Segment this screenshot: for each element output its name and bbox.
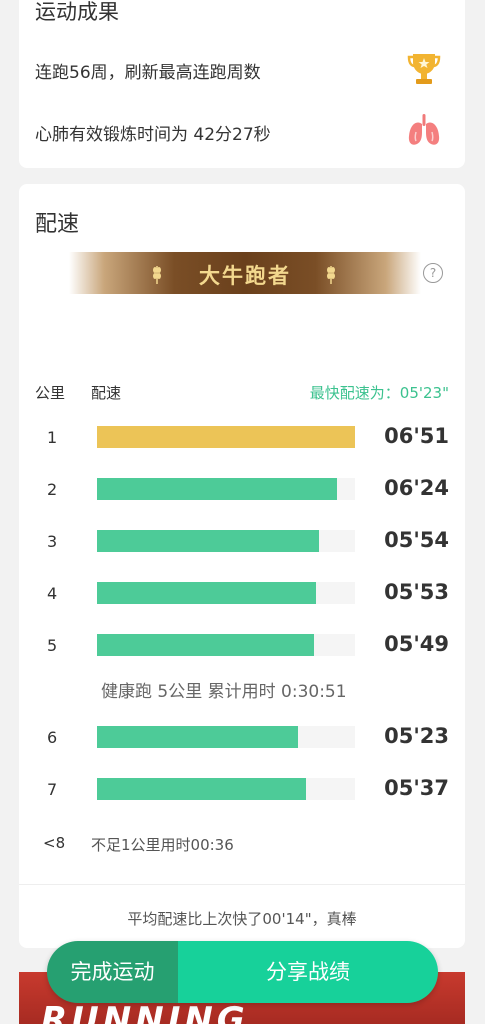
- pace-card: 配速 大牛跑者 ? 公里 配速 最快配速为：05'23" 1 06'51 2 0…: [19, 184, 465, 948]
- pace-row: 1 06'51: [19, 424, 465, 450]
- achievement-streak-text: 连跑56周，刷新最高连跑周数: [35, 63, 261, 83]
- km-number: 7: [47, 780, 58, 799]
- pace-bar: [97, 478, 337, 500]
- milestone-summary: 健康跑 5公里 累计用时 0:30:51: [101, 682, 347, 702]
- achievement-streak: 连跑56周，刷新最高连跑周数: [35, 50, 449, 86]
- pace-value: 05'49: [384, 632, 449, 656]
- wheat-right-icon: [327, 266, 335, 284]
- km-number: 6: [47, 728, 58, 747]
- pace-compare-text: 平均配速比上次快了00'14"，真棒: [127, 910, 357, 928]
- pace-value: 05'54: [384, 528, 449, 552]
- pace-row: 7 05'37: [19, 776, 465, 802]
- achievements-card: 运动成果 连跑56周，刷新最高连跑周数 心肺有效锻炼时间为 42分27秒: [19, 0, 465, 168]
- action-bar: 完成运动 分享战绩: [47, 941, 438, 1003]
- share-results-button[interactable]: 分享战绩: [178, 941, 438, 1003]
- km-number: 3: [47, 532, 58, 551]
- pace-bar: [97, 426, 355, 448]
- achievements-title: 运动成果: [35, 0, 119, 24]
- column-pace-header: 配速: [91, 384, 122, 402]
- pace-row: 4 05'53: [19, 580, 465, 606]
- pace-bar: [97, 582, 317, 604]
- pace-bar-track: [97, 478, 355, 500]
- pace-bar: [97, 634, 314, 656]
- finish-workout-button[interactable]: 完成运动: [47, 941, 178, 1003]
- km-number: 1: [47, 428, 58, 447]
- pace-row: 5 05'49: [19, 632, 465, 658]
- pace-bar-track: [97, 530, 355, 552]
- pace-row: 3 05'54: [19, 528, 465, 554]
- km-number: 4: [47, 584, 58, 603]
- pace-title: 配速: [35, 212, 80, 237]
- pace-value: 05'37: [384, 776, 449, 800]
- trophy-icon: [407, 50, 441, 86]
- pace-row: 2 06'24: [19, 476, 465, 502]
- km-number: 2: [47, 480, 58, 499]
- pace-value: 06'24: [384, 476, 449, 500]
- help-icon[interactable]: ?: [423, 263, 443, 283]
- pace-row: 6 05'23: [19, 724, 465, 750]
- pace-bar: [97, 778, 306, 800]
- runner-level-badge: 大牛跑者: [69, 252, 421, 294]
- achievement-cardio: 心肺有效锻炼时间为 42分27秒: [35, 112, 449, 148]
- partial-km-number: <8: [43, 834, 66, 852]
- photo-caption: RUNNING: [41, 1000, 249, 1024]
- pace-bar: [97, 530, 319, 552]
- partial-km-text: 不足1公里用时00:36: [91, 836, 234, 854]
- column-km-header: 公里: [35, 384, 66, 402]
- pace-value: 05'23: [384, 724, 449, 748]
- run-result-page: 运动成果 连跑56周，刷新最高连跑周数 心肺有效锻炼时间为 42分27秒 配速 …: [0, 0, 485, 1024]
- runner-level-text: 大牛跑者: [199, 264, 291, 288]
- pace-bar-track: [97, 634, 355, 656]
- pace-bar-track: [97, 726, 355, 748]
- pace-bar-track: [97, 426, 355, 448]
- km-number: 5: [47, 636, 58, 655]
- pace-value: 05'53: [384, 580, 449, 604]
- lungs-icon: [407, 112, 441, 148]
- pace-bar-track: [97, 582, 355, 604]
- pace-value: 06'51: [384, 424, 449, 448]
- fastest-pace-label: 最快配速为：05'23": [309, 384, 449, 402]
- pace-bar: [97, 726, 299, 748]
- achievement-cardio-text: 心肺有效锻炼时间为 42分27秒: [35, 125, 271, 145]
- divider: [19, 884, 465, 885]
- pace-bar-track: [97, 778, 355, 800]
